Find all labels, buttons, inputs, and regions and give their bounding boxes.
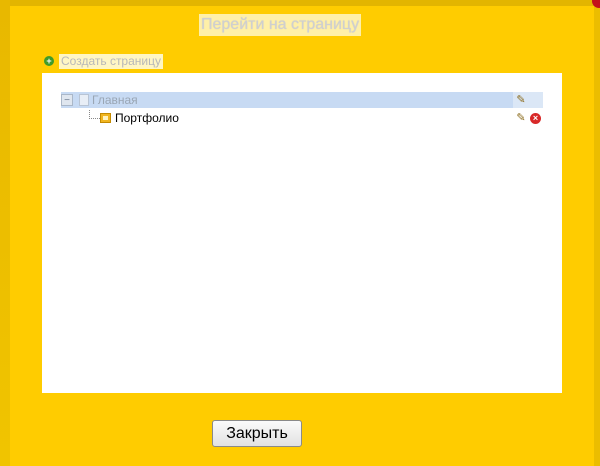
edit-pencil-icon[interactable]: ✎	[515, 94, 527, 106]
collapse-toggle-icon[interactable]: −	[61, 94, 73, 106]
tree-node-label[interactable]: Главная	[92, 93, 138, 107]
page-tree-panel: − Главная ✎ Портфолио ✎ ×	[42, 73, 562, 393]
tree-node-child[interactable]: Портфолио ✎ ×	[100, 110, 543, 126]
background-app-edge	[0, 0, 600, 6]
dialog-title: Перейти на страницу	[199, 14, 362, 36]
tree-node-root[interactable]: − Главная ✎	[61, 92, 543, 108]
dialog-title-text: Перейти на страницу	[201, 16, 360, 33]
page-icon	[79, 94, 89, 106]
tree-connector-line	[89, 110, 100, 119]
root-actions: ✎	[513, 92, 543, 108]
close-button[interactable]: Закрыть	[212, 420, 302, 447]
tree-node-label[interactable]: Портфолио	[115, 111, 179, 125]
create-page-label: Создать страницу	[59, 53, 163, 69]
create-page-link[interactable]: + Создать страницу	[44, 53, 163, 69]
folder-page-icon	[100, 113, 111, 123]
delete-icon[interactable]: ×	[530, 112, 541, 124]
edit-pencil-icon[interactable]: ✎	[515, 112, 527, 124]
child-actions: ✎ ×	[515, 112, 543, 124]
background-app-right-edge	[594, 0, 600, 466]
background-app-sidebar	[0, 0, 10, 466]
plus-circle-icon: +	[44, 56, 54, 66]
